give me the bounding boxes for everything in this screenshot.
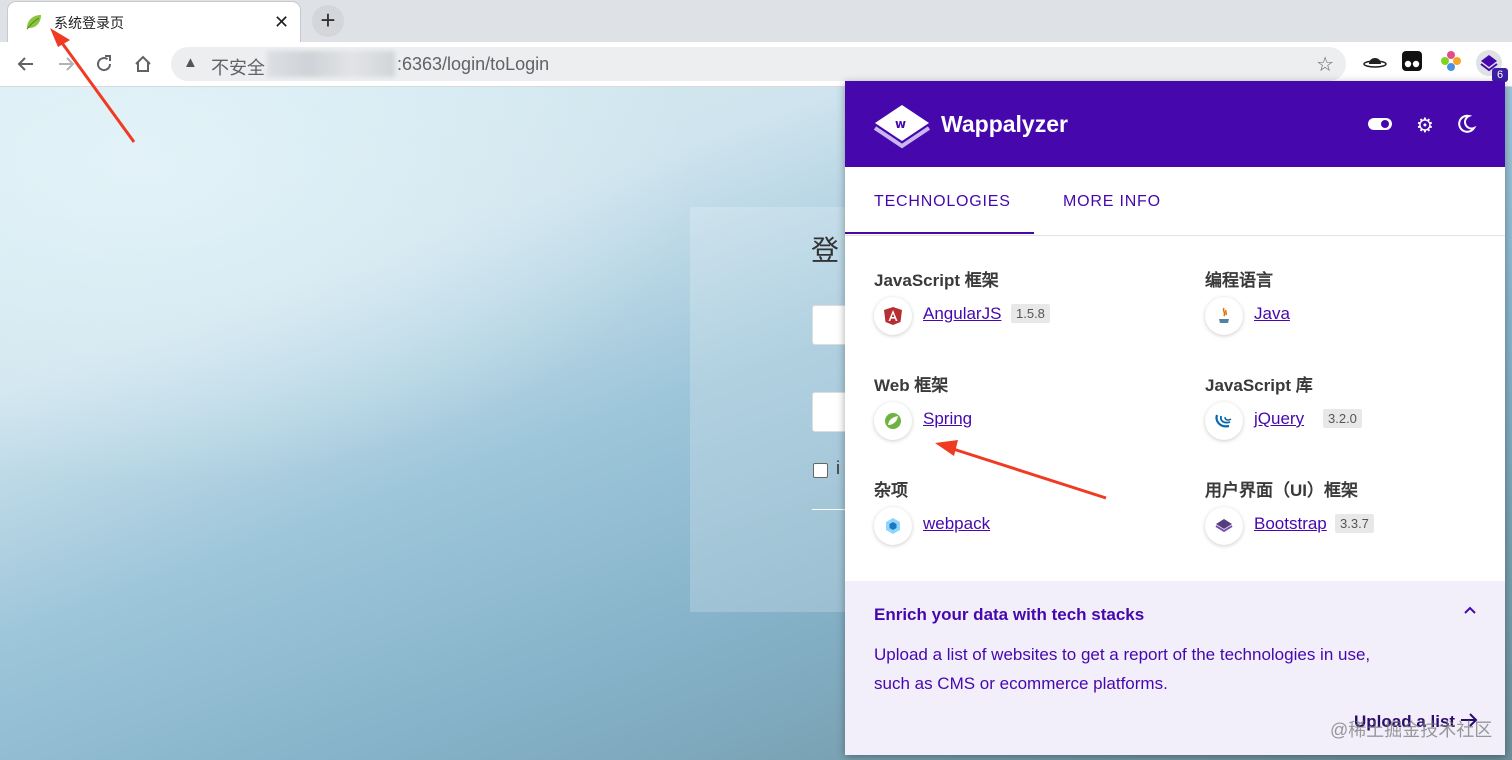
pinwheel-extension-icon[interactable] [1438, 50, 1464, 76]
tab-more-info[interactable]: MORE INFO [1063, 193, 1161, 211]
wappalyzer-logo-icon: w [873, 105, 931, 149]
category-title: JavaScript 框架 [874, 271, 999, 290]
jquery-icon [1205, 402, 1243, 440]
bookmark-star-icon[interactable]: ☆ [1316, 52, 1334, 77]
category-title: JavaScript 库 [1205, 376, 1313, 395]
remember-checkbox[interactable] [813, 463, 828, 478]
chevron-up-icon[interactable] [1463, 603, 1477, 622]
tab-title: 系统登录页 [54, 15, 124, 31]
toggle-icon[interactable] [1367, 113, 1393, 139]
wappalyzer-header: w Wappalyzer ⚙ [845, 81, 1505, 167]
spring-leaf-icon [26, 15, 41, 30]
tech-item-java[interactable]: Java [1205, 297, 1445, 337]
new-tab-button[interactable]: + [312, 5, 344, 37]
category-title: Web 框架 [874, 376, 949, 395]
extension-badge: 6 [1492, 68, 1508, 82]
tech-name[interactable]: Java [1254, 304, 1290, 324]
dark-mode-moon-icon[interactable] [1453, 113, 1479, 139]
svg-text:w: w [895, 117, 906, 131]
bootstrap-icon [1205, 507, 1243, 545]
tab-strip: 系统登录页 ✕ + [0, 0, 1512, 42]
tech-name[interactable]: AngularJS [923, 304, 1001, 324]
tech-item-webpack[interactable]: webpack [874, 507, 1114, 547]
wappalyzer-brand: Wappalyzer [941, 111, 1068, 137]
tech-item-angularjs[interactable]: AngularJS 1.5.8 [874, 297, 1114, 337]
tampermonkey-icon[interactable] [1399, 50, 1425, 76]
tech-name[interactable]: jQuery [1254, 409, 1304, 429]
tab-technologies[interactable]: TECHNOLOGIES [874, 193, 1011, 211]
category-title: 杂项 [874, 481, 908, 500]
warning-icon[interactable]: ▲ [183, 54, 198, 71]
tab-close-icon[interactable]: ✕ [274, 10, 289, 34]
tech-version: 3.3.7 [1335, 514, 1374, 533]
address-bar[interactable]: ▲ 不安全 :6363/login/toLogin ☆ [171, 47, 1346, 81]
browser-tab[interactable]: 系统登录页 ✕ [8, 2, 300, 42]
reload-icon[interactable] [90, 50, 118, 78]
category-title: 编程语言 [1205, 271, 1273, 290]
tech-version: 3.2.0 [1323, 409, 1362, 428]
forward-icon[interactable] [52, 50, 80, 78]
tech-name[interactable]: Bootstrap [1254, 514, 1327, 534]
tech-item-spring[interactable]: Spring [874, 402, 1114, 442]
webpack-icon [874, 507, 912, 545]
insecure-label: 不安全 [211, 58, 265, 78]
home-icon[interactable] [129, 50, 157, 78]
tech-item-jquery[interactable]: jQuery 3.2.0 [1205, 402, 1445, 442]
wappalyzer-popup: w Wappalyzer ⚙ TECHNOLOGIES MORE INFO Ja… [845, 81, 1505, 755]
redacted-host [267, 51, 395, 77]
url-text: :6363/login/toLogin [397, 54, 550, 74]
remember-label: i [836, 458, 840, 478]
tech-version: 1.5.8 [1011, 304, 1050, 323]
java-icon [1205, 297, 1243, 335]
tech-item-bootstrap[interactable]: Bootstrap 3.3.7 [1205, 507, 1445, 547]
login-title: 登 [811, 235, 840, 266]
enrich-title: Enrich your data with tech stacks [874, 605, 1145, 624]
tech-name[interactable]: Spring [923, 409, 972, 429]
category-title: 用户界面（UI）框架 [1205, 481, 1358, 500]
wappalyzer-tabs: TECHNOLOGIES MORE INFO [845, 167, 1505, 236]
spring-icon [874, 402, 912, 440]
tech-name[interactable]: webpack [923, 514, 990, 534]
active-tab-indicator [845, 232, 1034, 234]
enrich-description: Upload a list of websites to get a repor… [874, 645, 1371, 693]
angularjs-icon [874, 297, 912, 335]
hat-extension-icon[interactable] [1362, 50, 1388, 76]
watermark: @稀土掘金技术社区 [1330, 720, 1493, 740]
back-icon[interactable] [12, 50, 40, 78]
settings-gear-icon[interactable]: ⚙ [1412, 113, 1438, 139]
